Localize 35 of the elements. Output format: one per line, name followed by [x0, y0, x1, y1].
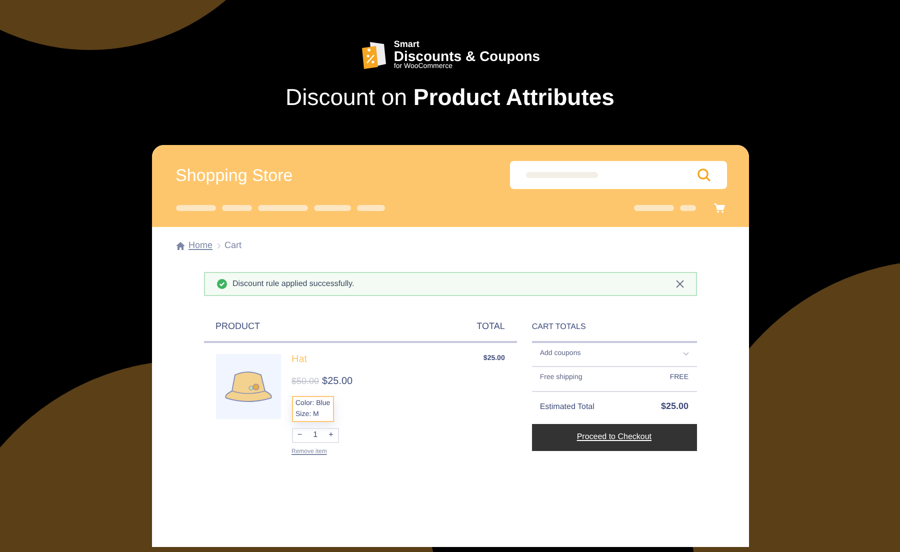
tag-logo-icon	[360, 40, 388, 70]
nav-placeholder	[314, 205, 350, 211]
plus-button[interactable]: +	[328, 429, 334, 441]
close-icon[interactable]	[676, 280, 684, 288]
chevron-right-icon	[216, 242, 221, 249]
search-field[interactable]	[510, 161, 726, 189]
totals-label: Estimated Total	[540, 400, 594, 412]
notice-text: Discount rule applied successfully.	[232, 278, 356, 290]
cart-icon	[714, 203, 724, 213]
totals-value: $25.00	[660, 400, 688, 413]
nav-placeholder	[634, 205, 674, 211]
column-header: PRODUCT	[216, 320, 260, 333]
chevron-down-icon	[682, 352, 688, 356]
nav-placeholder	[176, 205, 216, 211]
store-title: Shopping Store	[176, 165, 293, 188]
nav-placeholder	[222, 205, 252, 211]
column-header: TOTAL	[476, 320, 505, 333]
checkout-button[interactable]: Proceed to Checkout	[532, 424, 696, 450]
quantity-value: 1	[313, 429, 318, 441]
logo-text: Smart	[394, 40, 420, 49]
old-price: $50.00	[292, 374, 320, 388]
logo-text: Discounts & Coupons	[394, 49, 540, 63]
nav-placeholder	[680, 205, 696, 211]
check-icon	[216, 278, 226, 288]
search-icon	[696, 168, 710, 182]
minus-button[interactable]: −	[298, 429, 302, 441]
nav-placeholder	[258, 205, 308, 211]
nav-placeholder	[356, 205, 384, 211]
home-icon	[176, 242, 184, 250]
breadcrumb-link[interactable]: Home	[188, 239, 213, 252]
breadcrumb-current: Cart	[224, 239, 242, 252]
totals-title: CART TOTALS	[532, 320, 586, 332]
quantity-stepper[interactable]: − 1 +	[292, 428, 340, 442]
headline: Discount on Product Attributes	[286, 83, 614, 112]
sale-price: $25.00	[322, 374, 353, 388]
